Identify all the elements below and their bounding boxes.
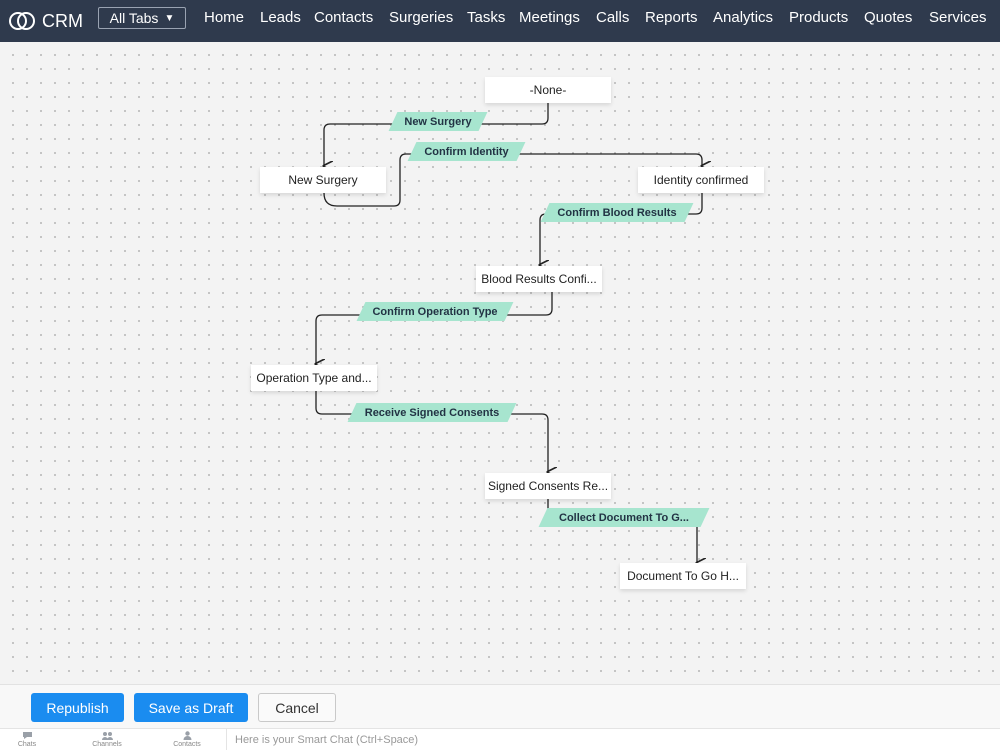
transition-label: Receive Signed Consents	[364, 406, 500, 419]
republish-button[interactable]: Republish	[31, 693, 124, 722]
transition-label: Confirm Blood Results	[557, 206, 677, 219]
cancel-button[interactable]: Cancel	[258, 693, 336, 722]
transition-confirm-blood-results[interactable]: Confirm Blood Results	[540, 203, 694, 222]
channels-tab[interactable]: Channels	[87, 731, 127, 750]
channels-icon	[101, 732, 113, 740]
chats-tab[interactable]: Chats	[7, 731, 47, 750]
smart-chat-input[interactable]: Here is your Smart Chat (Ctrl+Space)	[226, 729, 1000, 750]
state-signed-consents[interactable]: Signed Consents Re...	[485, 473, 611, 499]
channels-label: Channels	[92, 741, 122, 748]
smart-chat-bar: Chats Channels Contacts Here is your Sma…	[0, 728, 1000, 750]
chats-label: Chats	[17, 741, 37, 748]
action-bar: Republish Save as Draft Cancel	[0, 684, 1000, 728]
state-blood-results[interactable]: Blood Results Confi...	[476, 266, 602, 292]
state-none[interactable]: -None-	[485, 77, 611, 103]
transition-label: Confirm Identity	[424, 145, 509, 158]
chat-bubble-icon	[22, 732, 32, 739]
contacts-label: Contacts	[173, 741, 201, 748]
contact-person-icon	[183, 731, 191, 740]
state-identity-confirmed[interactable]: Identity confirmed	[638, 167, 764, 193]
save-as-draft-button[interactable]: Save as Draft	[134, 693, 248, 722]
transition-new-surgery[interactable]: New Surgery	[388, 112, 488, 131]
transition-collect-document[interactable]: Collect Document To G...	[538, 508, 710, 527]
contacts-tab[interactable]: Contacts	[167, 731, 207, 750]
transition-label: New Surgery	[404, 115, 472, 128]
transition-confirm-operation-type[interactable]: Confirm Operation Type	[356, 302, 514, 321]
state-document-to-go[interactable]: Document To Go H...	[620, 563, 746, 589]
transition-receive-signed-consents[interactable]: Receive Signed Consents	[347, 403, 517, 422]
state-new-surgery[interactable]: New Surgery	[260, 167, 386, 193]
transition-confirm-identity[interactable]: Confirm Identity	[407, 142, 526, 161]
transition-label: Collect Document To G...	[559, 511, 689, 524]
state-operation-type[interactable]: Operation Type and...	[251, 365, 377, 391]
transition-label: Confirm Operation Type	[372, 305, 498, 318]
